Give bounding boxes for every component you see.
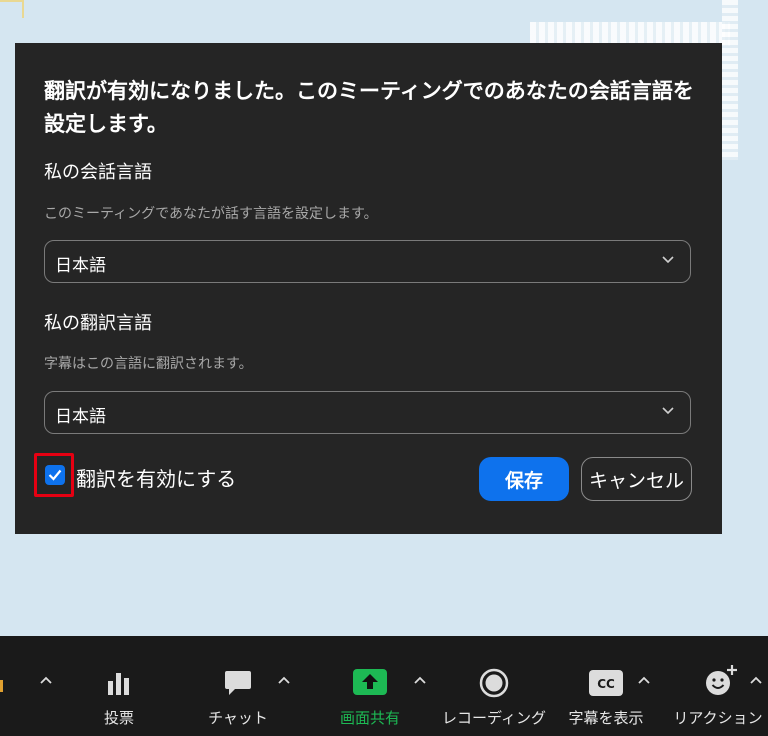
translation-language-label: 私の翻訳言語: [44, 313, 152, 334]
background-window-edge: [722, 0, 738, 160]
dialog-title: 翻訳が有効になりました。このミーティングでのあなたの会話言語を設定します。: [44, 79, 694, 136]
speaking-language-description: このミーティングであなたが話す言語を設定します。: [44, 206, 378, 222]
speaking-language-label: 私の会話言語: [44, 162, 152, 183]
enable-translation-highlight: [34, 453, 74, 497]
decor-corner-marker: [0, 0, 24, 18]
speaking-language-select[interactable]: 日本語: [44, 240, 691, 283]
share-screen-icon[interactable]: [353, 669, 387, 695]
partial-toolbar-item: [0, 680, 3, 692]
cc-icon[interactable]: CC: [589, 670, 623, 696]
save-button[interactable]: 保存: [479, 457, 569, 501]
cancel-button[interactable]: キャンセル: [581, 457, 692, 501]
chevron-up-icon[interactable]: [40, 676, 52, 684]
svg-text:CC: CC: [597, 677, 615, 691]
chevron-up-icon[interactable]: [414, 676, 426, 684]
chevron-up-icon[interactable]: [750, 676, 762, 684]
enable-translation-label[interactable]: 翻訳を有効にする: [76, 463, 236, 492]
toolbar-label-captions[interactable]: 字幕を表示: [568, 707, 643, 728]
chevron-down-icon: [662, 256, 674, 264]
toolbar-label-poll[interactable]: 投票: [104, 707, 134, 728]
poll-bars-icon[interactable]: [106, 670, 132, 696]
reaction-smiley-icon[interactable]: [704, 664, 738, 698]
chevron-up-icon[interactable]: [638, 676, 650, 684]
enable-translation-checkbox[interactable]: [45, 465, 65, 485]
meeting-toolbar: 投票 チャット 画面共有 レコーディング CC 字幕を表示 リアクション: [0, 636, 768, 736]
toolbar-label-share[interactable]: 画面共有: [340, 707, 400, 728]
translation-settings-dialog: 翻訳が有効になりました。このミーティングでのあなたの会話言語を設定します。 私の…: [15, 43, 722, 534]
translation-language-description: 字幕はこの言語に翻訳されます。: [44, 356, 253, 372]
record-icon[interactable]: [479, 668, 509, 698]
chevron-up-icon[interactable]: [278, 676, 290, 684]
toolbar-label-reactions[interactable]: リアクション: [673, 707, 762, 728]
toolbar-label-record[interactable]: レコーディング: [442, 707, 546, 728]
speaking-language-value: 日本語: [55, 256, 106, 276]
toolbar-label-chat[interactable]: チャット: [208, 707, 268, 728]
chevron-down-icon: [662, 407, 674, 415]
translation-language-select[interactable]: 日本語: [44, 391, 691, 434]
chat-bubble-icon[interactable]: [223, 669, 253, 697]
translation-language-value: 日本語: [55, 407, 106, 427]
checkmark-icon: [48, 469, 62, 481]
